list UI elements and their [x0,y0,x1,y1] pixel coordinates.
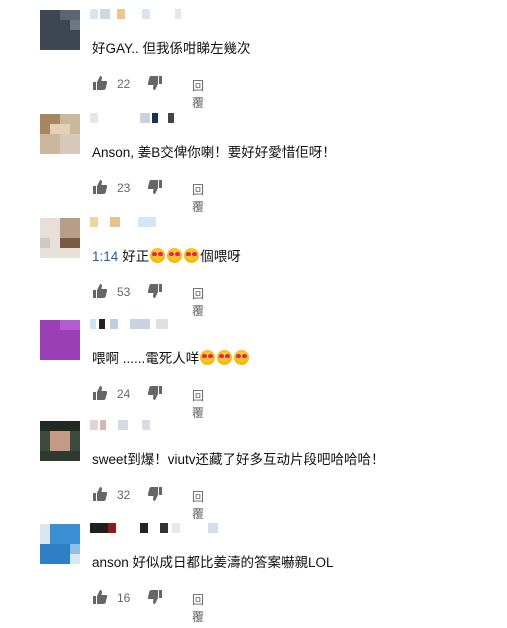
thumbs-down-icon[interactable] [147,75,163,91]
thumbs-up-icon[interactable] [92,179,108,195]
heart-eyes-emoji [217,350,233,365]
timestamp-link[interactable]: 1:14 [92,249,118,264]
comment-6: anson 好似成日都比姜濤的答案嚇親LOL 16 回覆 [0,523,507,628]
avatar[interactable] [40,320,80,360]
reply-button[interactable]: 回覆 [192,77,204,111]
like-count: 32 [117,488,131,502]
comment-text: anson 好似成日都比姜濤的答案嚇親LOL [92,555,334,570]
comment-text: Anson, 姜B交俾你喇！要好好愛惜佢呀！ [92,145,336,160]
like-count: 22 [117,77,131,91]
thumbs-down-icon[interactable] [147,283,163,299]
thumbs-up-icon[interactable] [92,75,108,91]
comment-text-part: 喂啊 ......電死人咩 [92,351,200,366]
thumbs-down-icon[interactable] [147,589,163,605]
heart-eyes-emoji [184,248,200,263]
reply-button[interactable]: 回覆 [192,488,204,522]
comment-text: sweet到爆！viutv还藏了好多互动片段吧哈哈哈！ [92,452,385,467]
thumbs-up-icon[interactable] [92,385,108,401]
heart-eyes-emoji [234,350,250,365]
comment-text: 好GAY.. 但我係咁睇左幾次 [92,41,251,56]
comment-5: sweet到爆！viutv还藏了好多互动片段吧哈哈哈！ 32 回覆 [0,420,507,525]
comment-1: 好GAY.. 但我係咁睇左幾次 22 回覆 [0,9,507,114]
thumbs-down-icon[interactable] [147,179,163,195]
heart-eyes-emoji [200,350,216,365]
comment-text: 喂啊 ......電死人咩 [92,350,250,368]
thumbs-down-icon[interactable] [147,486,163,502]
like-count: 53 [117,285,131,299]
reply-button[interactable]: 回覆 [192,285,204,319]
thumbs-up-icon[interactable] [92,283,108,299]
avatar[interactable] [40,421,80,461]
avatar[interactable] [40,10,80,50]
comment-2: Anson, 姜B交俾你喇！要好好愛惜佢呀！ 23 回覆 [0,113,507,218]
reply-button[interactable]: 回覆 [192,181,204,215]
comment-4: 喂啊 ......電死人咩 24 回覆 [0,319,507,424]
heart-eyes-emoji [167,248,183,263]
like-count: 24 [117,387,131,401]
avatar[interactable] [40,524,80,564]
like-count: 23 [117,181,131,195]
avatar[interactable] [40,218,80,258]
like-count: 16 [117,591,131,605]
heart-eyes-emoji [150,248,166,263]
reply-button[interactable]: 回覆 [192,591,204,625]
avatar[interactable] [40,114,80,154]
thumbs-down-icon[interactable] [147,385,163,401]
reply-button[interactable]: 回覆 [192,387,204,421]
comment-text-part: 好正 [122,249,150,264]
comment-3: 1:14 好正 個喂呀 53 回覆 [0,217,507,322]
thumbs-up-icon[interactable] [92,486,108,502]
thumbs-up-icon[interactable] [92,589,108,605]
comment-text-part: 個喂呀 [200,249,241,264]
comment-text: 1:14 好正 個喂呀 [92,248,241,266]
